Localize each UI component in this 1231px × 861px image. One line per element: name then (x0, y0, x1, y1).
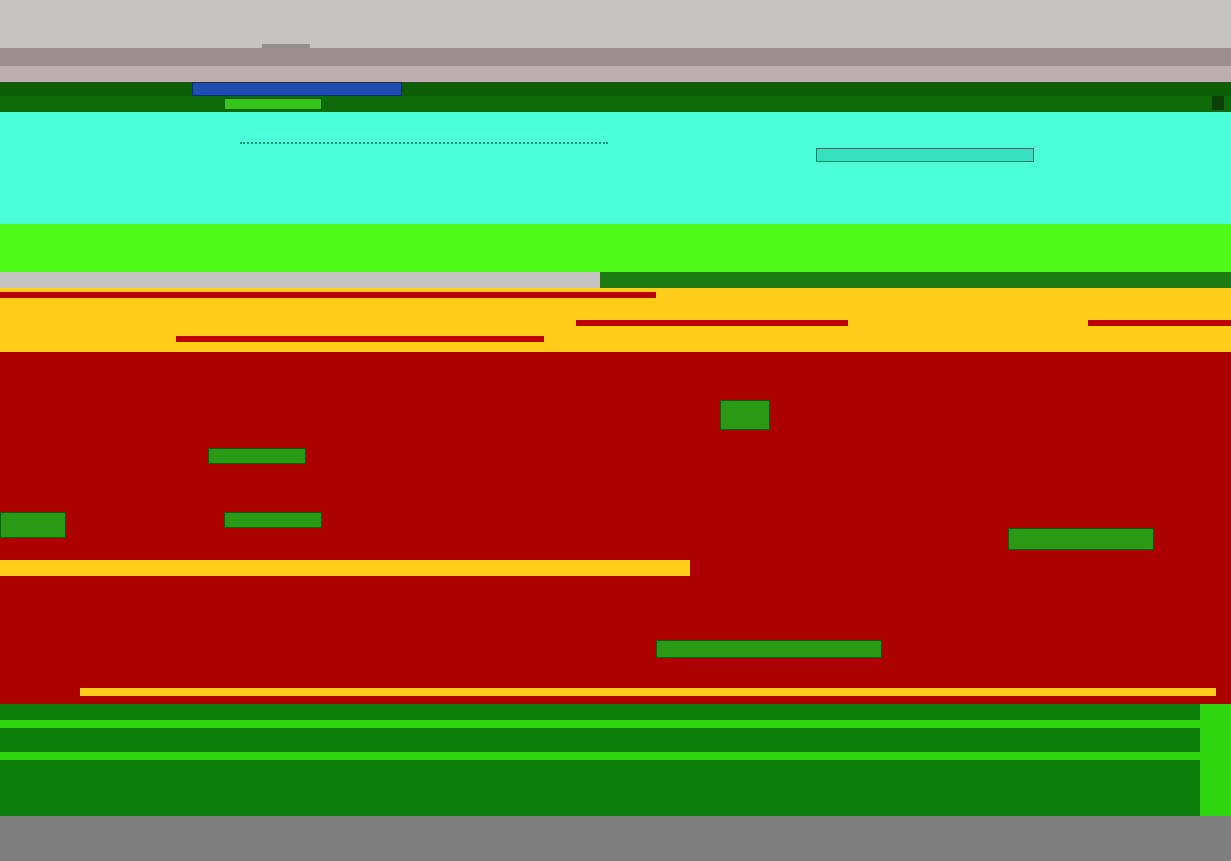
toolbar-strip (600, 272, 1231, 288)
divider-1 (0, 560, 690, 576)
header-bar (0, 82, 1231, 96)
column-header-band (0, 288, 1231, 352)
header-subbar (0, 96, 1231, 112)
divider-2 (80, 688, 1216, 696)
content-tag-4[interactable] (720, 400, 770, 430)
info-panel-dotted-row (240, 128, 608, 144)
tab-strip (0, 66, 1231, 82)
top-chrome (0, 0, 1231, 62)
toolbar-panel (0, 224, 1231, 272)
content-tag-1[interactable] (208, 448, 306, 464)
status-bar (0, 816, 1231, 861)
header-toggle[interactable] (224, 98, 322, 110)
scroll-indicator-icon[interactable] (1200, 704, 1231, 816)
content-tag-5[interactable] (1008, 528, 1154, 550)
window-title (196, 50, 396, 64)
content-tag-3[interactable] (0, 512, 66, 538)
info-panel (0, 112, 1231, 236)
status-text (8, 830, 408, 846)
content-tag-6[interactable] (656, 640, 882, 658)
footer-stripe-1 (0, 720, 1200, 728)
info-panel-badge[interactable] (816, 148, 1034, 162)
title-bar (0, 48, 1231, 66)
close-icon[interactable] (1212, 96, 1224, 110)
content-area (0, 352, 1231, 720)
footer-stripe-2 (0, 752, 1200, 760)
content-tag-2[interactable] (224, 512, 322, 528)
title-pill[interactable] (192, 82, 402, 96)
